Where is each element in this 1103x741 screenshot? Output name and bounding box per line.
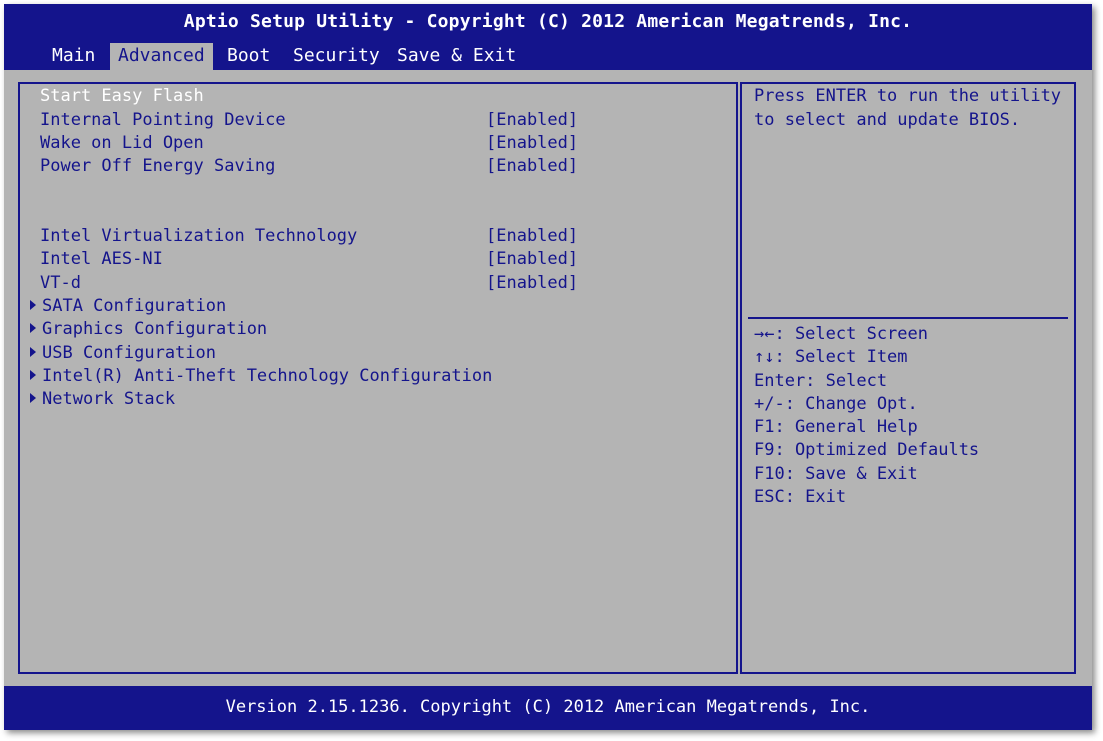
settings-pane: Start Easy Flash Internal Pointing Devic… <box>18 82 738 674</box>
key-hint-f1: F1: General Help <box>754 417 918 437</box>
intel-aes-ni-value[interactable]: [Enabled] <box>486 248 578 270</box>
submenu-arrow-icon <box>30 370 36 380</box>
key-hint-select-screen: →←: Select Screen <box>754 324 928 344</box>
wake-on-lid-open-value[interactable]: [Enabled] <box>486 132 578 154</box>
help-description-line: Press ENTER to run the utility <box>754 86 1062 106</box>
submenu-arrow-icon <box>30 300 36 310</box>
bios-window: Aptio Setup Utility - Copyright (C) 2012… <box>4 4 1092 730</box>
key-hint-esc: ESC: Exit <box>754 487 847 507</box>
tab-save-exit[interactable]: Save & Exit <box>389 43 524 70</box>
internal-pointing-device-label[interactable]: Internal Pointing Device <box>40 109 286 131</box>
help-divider <box>748 317 1068 319</box>
key-hint-enter: Enter: Select <box>754 371 888 391</box>
key-hint-change-opt: +/-: Change Opt. <box>754 394 918 414</box>
submenu-network-stack[interactable]: Network Stack <box>42 388 175 410</box>
status-bar: Version 2.15.1236. Copyright (C) 2012 Am… <box>4 686 1092 730</box>
key-hint-f10: F10: Save & Exit <box>754 464 918 484</box>
key-hint-select-item: ↑↓: Select Item <box>754 347 908 367</box>
submenu-arrow-icon <box>30 393 36 403</box>
tab-advanced[interactable]: Advanced <box>110 43 213 70</box>
tab-main[interactable]: Main <box>44 43 103 70</box>
start-easy-flash-item[interactable]: Start Easy Flash <box>40 85 204 107</box>
intel-aes-ni-label[interactable]: Intel AES-NI <box>40 248 163 270</box>
help-pane: Press ENTER to run the utility to select… <box>740 82 1076 674</box>
submenu-arrow-icon <box>30 323 36 333</box>
submenu-arrow-icon <box>30 347 36 357</box>
submenu-graphics-configuration[interactable]: Graphics Configuration <box>42 318 267 340</box>
submenu-anti-theft-configuration[interactable]: Intel(R) Anti-Theft Technology Configura… <box>42 365 492 387</box>
tab-boot[interactable]: Boot <box>219 43 278 70</box>
app-title: Aptio Setup Utility - Copyright (C) 2012… <box>183 11 913 32</box>
intel-virtualization-technology-value[interactable]: [Enabled] <box>486 225 578 247</box>
submenu-usb-configuration[interactable]: USB Configuration <box>42 342 216 364</box>
key-hint-f9: F9: Optimized Defaults <box>754 440 980 460</box>
power-off-energy-saving-label[interactable]: Power Off Energy Saving <box>40 155 275 177</box>
power-off-energy-saving-value[interactable]: [Enabled] <box>486 155 578 177</box>
intel-virtualization-technology-label[interactable]: Intel Virtualization Technology <box>40 225 357 247</box>
vt-d-label[interactable]: VT-d <box>40 272 81 294</box>
submenu-sata-configuration[interactable]: SATA Configuration <box>42 295 226 317</box>
tab-security[interactable]: Security <box>285 43 388 70</box>
version-text: Version 2.15.1236. Copyright (C) 2012 Am… <box>225 697 871 717</box>
vt-d-value[interactable]: [Enabled] <box>486 272 578 294</box>
title-bar: Aptio Setup Utility - Copyright (C) 2012… <box>4 4 1092 70</box>
help-description-line: to select and update BIOS. <box>754 110 1021 130</box>
wake-on-lid-open-label[interactable]: Wake on Lid Open <box>40 132 204 154</box>
internal-pointing-device-value[interactable]: [Enabled] <box>486 109 578 131</box>
